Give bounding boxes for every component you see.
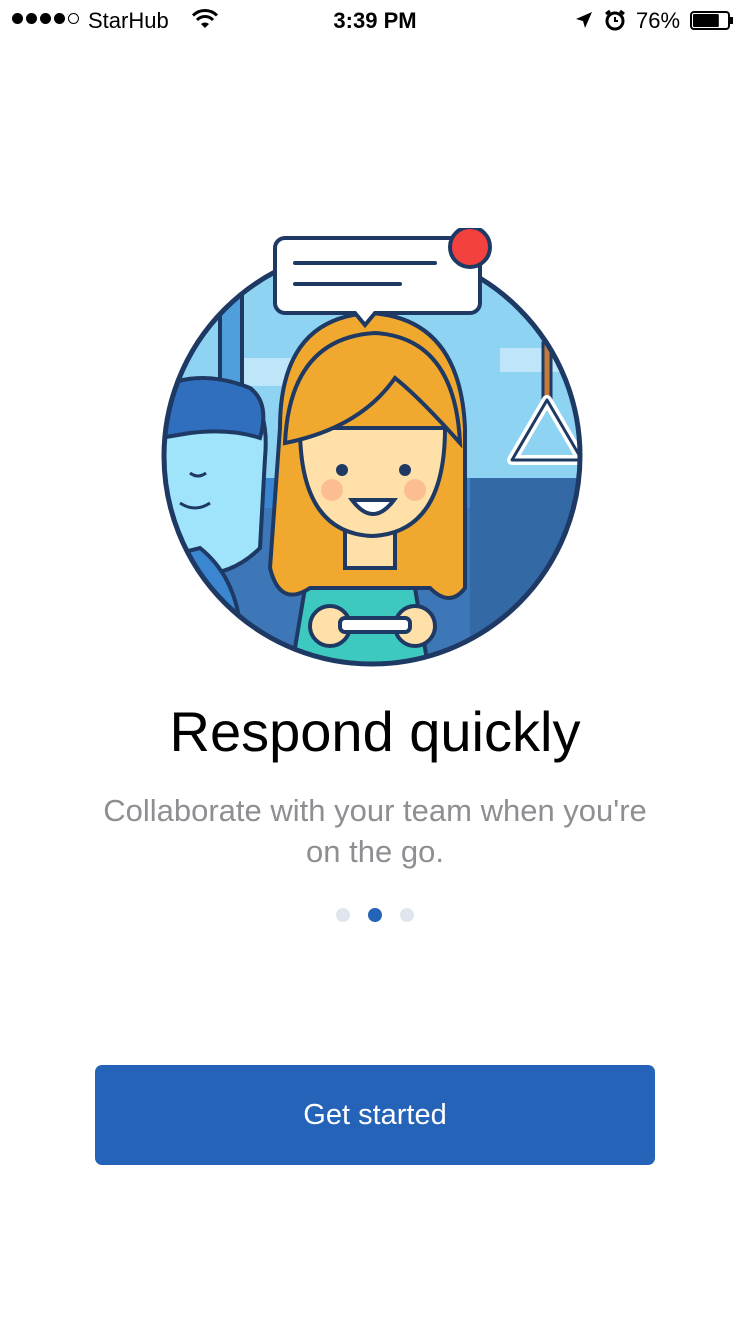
page-dot-active[interactable]	[368, 908, 382, 922]
status-bar: StarHub 3:39 PM 76%	[0, 0, 750, 40]
alarm-clock-icon	[605, 9, 625, 31]
page-dot[interactable]	[336, 908, 350, 922]
onboarding-subtitle: Collaborate with your team when you're o…	[103, 793, 647, 869]
get-started-button[interactable]: Get started	[95, 1065, 655, 1165]
onboarding-title: Respond quickly	[169, 700, 581, 763]
page-indicator[interactable]	[336, 908, 414, 922]
speech-bubble-icon	[273, 228, 492, 329]
battery-icon	[690, 11, 733, 30]
woman-on-train-illustration	[161, 228, 583, 667]
page-dot[interactable]	[400, 908, 414, 922]
location-arrow-icon	[576, 12, 592, 28]
battery-percentage: 76%	[636, 8, 681, 33]
